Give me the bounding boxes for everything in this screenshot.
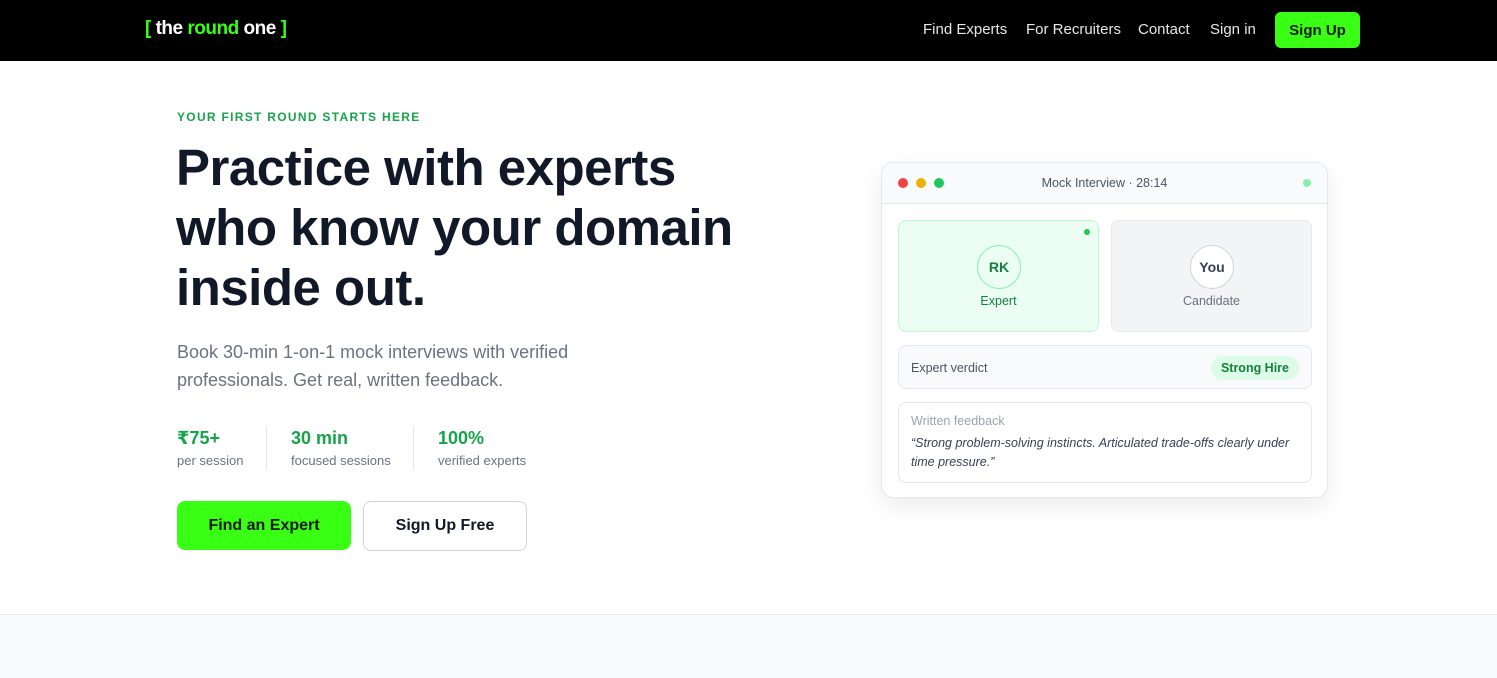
expert-verdict-row: Expert verdict Strong Hire: [898, 345, 1312, 389]
stat-label: verified experts: [438, 453, 527, 468]
expert-role-label: Expert: [980, 294, 1017, 308]
hero-eyebrow: YOUR FIRST ROUND STARTS HERE: [177, 110, 421, 124]
verdict-label: Expert verdict: [911, 361, 988, 375]
hero-headline: Practice with experts who know your doma…: [176, 139, 733, 316]
candidate-video-tile: You Candidate: [1111, 220, 1312, 332]
logo-word-the: the: [155, 18, 184, 39]
stat-divider: [413, 426, 414, 470]
find-expert-button[interactable]: Find an Expert: [177, 501, 351, 550]
candidate-avatar: You: [1190, 245, 1234, 289]
stat-price: ₹75+ per session: [177, 428, 243, 468]
nav-for-recruiters[interactable]: For Recruiters: [1026, 21, 1121, 38]
logo-open-bracket: [: [145, 18, 151, 39]
stat-value: 100%: [438, 428, 485, 448]
card-title: Mock Interview · 28:14: [1041, 176, 1168, 190]
logo-word-one: one: [243, 18, 277, 39]
expert-avatar: RK: [977, 245, 1021, 289]
hero-subtext: Book 30-min 1-on-1 mock interviews with …: [177, 342, 569, 390]
brand-logo[interactable]: [ the round one ]: [145, 18, 287, 40]
written-feedback-box: Written feedback “Strong problem-solving…: [898, 402, 1312, 483]
nav-sign-up-button[interactable]: Sign Up: [1275, 12, 1360, 48]
logo-word-round: round: [187, 18, 239, 39]
expert-video-tile: RK Expert: [898, 220, 1099, 332]
live-indicator-icon: [1303, 179, 1311, 187]
stat-label: focused sessions: [291, 453, 391, 468]
next-section-band: [0, 614, 1497, 678]
card-window-header: Mock Interview · 28:14: [882, 163, 1327, 204]
stat-duration: 30 min focused sessions: [291, 428, 391, 468]
stat-value: 30 min: [291, 428, 349, 448]
feedback-label: Written feedback: [911, 414, 1005, 428]
mock-interview-card: Mock Interview · 28:14 RK Expert You Can…: [881, 162, 1328, 498]
stat-divider: [266, 426, 267, 470]
stat-value: ₹75+: [177, 428, 221, 448]
stat-verified: 100% verified experts: [438, 428, 526, 468]
feedback-quote: “Strong problem-solving instincts. Artic…: [911, 436, 1290, 469]
verdict-badge: Strong Hire: [1210, 356, 1299, 380]
logo-close-bracket: ]: [280, 18, 287, 39]
nav-find-experts[interactable]: Find Experts: [923, 21, 1007, 38]
stat-label: per session: [177, 453, 244, 468]
candidate-role-label: Candidate: [1183, 294, 1240, 308]
top-navbar: [ the round one ] Find Experts For Recru…: [0, 0, 1497, 61]
nav-sign-in[interactable]: Sign in: [1210, 21, 1256, 38]
nav-contact[interactable]: Contact: [1138, 21, 1190, 38]
online-status-icon: [1084, 229, 1090, 235]
sign-up-free-button[interactable]: Sign Up Free: [363, 501, 527, 551]
